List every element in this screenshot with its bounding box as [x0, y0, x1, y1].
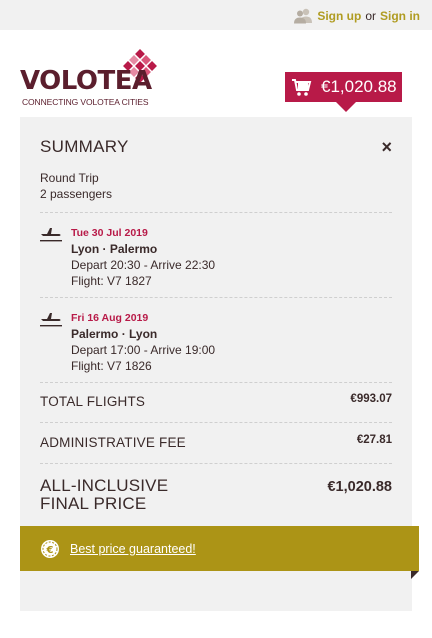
plane-takeoff-icon: [40, 313, 62, 327]
flight-segment-return: Fri 16 Aug 2019 Palermo · Lyon Depart 17…: [40, 310, 392, 380]
close-icon[interactable]: ×: [381, 137, 392, 158]
admin-fee-value: €27.81: [356, 434, 392, 446]
segment-route: Lyon · Palermo: [71, 242, 158, 256]
banner-fold: [411, 571, 419, 579]
users-icon: [294, 8, 313, 24]
segment-date: Fri 16 Aug 2019: [71, 312, 149, 324]
segment-flight-number: Flight: V7 1827: [71, 274, 152, 288]
dropdown-pointer: [336, 102, 356, 112]
summary-title: SUMMARY: [40, 137, 129, 156]
divider: [40, 297, 392, 298]
logo-tagline: CONNECTING VOLOTEA CITIES: [22, 97, 149, 107]
segment-times: Depart 20:30 - Arrive 22:30: [71, 258, 216, 272]
divider: [40, 212, 392, 213]
volotea-logo[interactable]: VOLOTEA CONNECTING VOLOTEA CITIES: [20, 48, 170, 110]
best-price-link[interactable]: Best price guaranteed!: [70, 542, 196, 556]
final-price-label-line1: ALL-INCLUSIVE: [40, 476, 169, 495]
euro-coin-icon: €: [41, 539, 59, 558]
final-price-label-line2: FINAL PRICE: [40, 494, 147, 513]
flight-segment-outbound: Tue 30 Jul 2019 Lyon · Palermo Depart 20…: [40, 225, 392, 295]
total-flights-value: €993.07: [350, 393, 392, 405]
final-price-value: €1,020.88: [327, 479, 392, 495]
top-bar: Sign up or Sign in: [0, 0, 432, 30]
divider: [40, 463, 392, 464]
cart-icon: [292, 79, 312, 96]
signin-link[interactable]: Sign in: [380, 9, 420, 23]
admin-fee-label: ADMINISTRATIVE FEE: [40, 435, 186, 450]
cart-total-amount: €1,020.88: [321, 77, 397, 96]
trip-type: Round Trip: [40, 171, 99, 185]
passenger-count: 2 passengers: [40, 187, 113, 201]
segment-times: Depart 17:00 - Arrive 19:00: [71, 343, 216, 357]
or-text: or: [365, 9, 376, 23]
segment-date: Tue 30 Jul 2019: [71, 227, 148, 239]
best-price-banner[interactable]: € Best price guaranteed!: [20, 526, 419, 571]
divider: [40, 382, 392, 383]
segment-route: Palermo · Lyon: [71, 327, 158, 341]
auth-links: Sign up or Sign in: [293, 8, 420, 24]
logo-wordmark: VOLOTEA: [20, 66, 152, 96]
total-flights-label: TOTAL FLIGHTS: [40, 394, 146, 409]
cart-total-button[interactable]: €1,020.88: [285, 72, 402, 102]
divider: [40, 422, 392, 423]
svg-text:€: €: [46, 545, 54, 556]
signup-link[interactable]: Sign up: [317, 9, 361, 23]
plane-takeoff-icon: [40, 228, 62, 242]
segment-flight-number: Flight: V7 1826: [71, 359, 152, 373]
